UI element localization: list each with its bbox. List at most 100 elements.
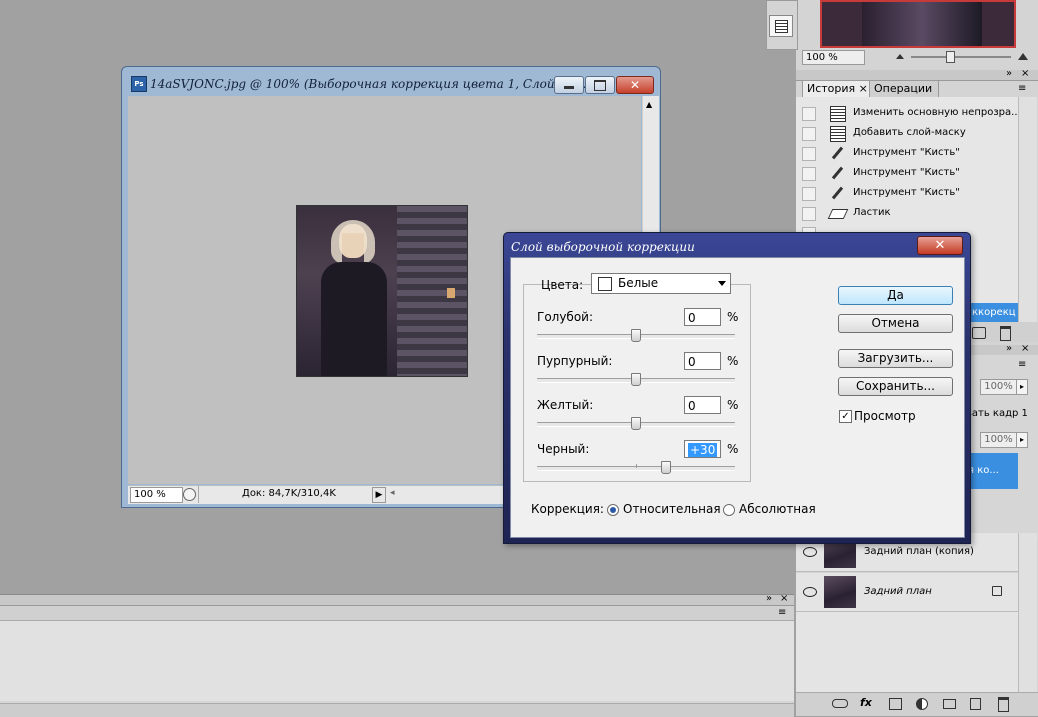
selected-layer-label: я ко... [968,465,999,476]
trash-icon[interactable] [998,697,1009,712]
yellow-slider-thumb[interactable] [631,417,641,430]
layers-scrollbar[interactable] [1018,533,1037,693]
history-item-label: Добавить слой-маску [853,127,966,138]
snapshot-checkbox[interactable] [802,127,816,141]
selected-layer-row[interactable]: я ко... [966,453,1018,489]
history-item-label: Ластик [853,207,891,218]
zoom-field[interactable]: 100 % [130,487,183,503]
camera-icon[interactable] [972,327,986,339]
status-menu-icon[interactable] [183,488,196,501]
adjustment-icon[interactable] [916,698,928,710]
folder-icon[interactable] [943,699,956,709]
eye-icon[interactable] [803,547,817,557]
layer-thumbnail [824,576,856,608]
document-image[interactable] [296,205,468,377]
collapse-icon[interactable]: » [1006,68,1012,79]
history-scrollbar[interactable] [1018,97,1037,341]
document-title: 14aSVJONC.jpg @ 100% (Выборочная коррекц… [150,77,594,91]
panel-menu-icon[interactable]: ≡ [1018,359,1026,370]
cyan-input[interactable]: 0 [684,308,721,326]
zoom-out-icon[interactable] [896,52,906,60]
list-item[interactable]: Инструмент "Кисть" [796,183,1018,204]
opacity-arrow-icon[interactable]: ▸ [1016,379,1028,395]
yellow-input[interactable]: 0 [684,396,721,414]
black-slider-thumb[interactable] [660,461,671,474]
panel-menu-icon[interactable]: ≡ [778,607,786,618]
scroll-up-icon[interactable]: ▲ [646,100,652,109]
link-icon[interactable] [832,699,848,708]
zoom-in-icon[interactable] [1018,52,1028,60]
maximize-button[interactable] [585,76,615,94]
percent-label: % [727,354,739,368]
tab-actions[interactable]: Операции [869,80,939,98]
snapshot-checkbox[interactable] [802,167,816,181]
chevron-down-icon [718,281,726,286]
list-item[interactable]: Ластик [796,203,1018,224]
cyan-slider-thumb[interactable] [631,329,641,342]
magenta-input[interactable]: 0 [684,352,721,370]
fx-icon[interactable]: fx [860,696,872,709]
collapse-icon[interactable]: » [766,593,772,604]
nav-zoom-field[interactable]: 100 % [802,50,865,65]
navigator-preview[interactable] [820,0,1016,48]
mask-icon[interactable] [889,698,902,710]
colors-dropdown[interactable]: Белые [591,273,731,294]
cancel-button[interactable]: Отмена [838,314,953,333]
eye-icon[interactable] [803,587,817,597]
panel-menu-icon[interactable]: ≡ [1018,83,1026,94]
document-icon[interactable] [769,15,793,37]
tab-history[interactable]: История × [802,80,874,97]
nav-zoom-thumb[interactable] [946,51,955,63]
close-tab-icon[interactable]: × [859,82,868,95]
list-item[interactable]: Добавить слой-маску [796,123,1018,144]
black-input-value: +30 [688,443,718,457]
fill-arrow-icon[interactable]: ▸ [1016,432,1028,448]
scroll-left-icon[interactable]: ◂ [390,488,395,498]
fill-field[interactable]: 100% [980,432,1017,448]
new-layer-icon[interactable] [970,698,981,710]
yellow-label: Желтый: [537,398,594,412]
close-icon[interactable]: × [1021,343,1029,354]
status-arrow-icon[interactable]: ▶ [372,487,386,503]
list-item[interactable]: Изменить основную непрозра... [796,103,1018,124]
list-item[interactable]: Инструмент "Кисть" [796,163,1018,184]
tab-history-label: История [807,82,856,95]
center-tick [636,464,637,468]
snapshot-checkbox[interactable] [802,207,816,221]
relative-label: Относительная [623,502,721,516]
snapshot-checkbox[interactable] [802,147,816,161]
magenta-slider-thumb[interactable] [631,373,641,386]
selective-color-dialog[interactable]: Слой выборочной коррекции ✕ Цвета: Белые… [503,232,971,544]
nav-zoom-slider[interactable] [911,56,1011,58]
layers-footer: fx [796,692,1038,716]
save-button[interactable]: Сохранить... [838,377,953,396]
opacity-field[interactable]: 100% [980,379,1017,395]
dialog-close-button[interactable]: ✕ [917,236,963,255]
relative-radio[interactable] [607,504,619,516]
snapshot-checkbox[interactable] [802,187,816,201]
brush-icon [831,146,844,160]
eraser-icon [827,209,849,219]
layer-row[interactable]: Задний план [796,573,1018,612]
black-label: Черный: [537,442,590,456]
preview-checkbox[interactable]: ✓ [839,410,852,423]
trash-icon[interactable] [1000,326,1011,341]
collapse-icon[interactable]: » [1006,343,1012,354]
bottom-panel-body [0,621,794,701]
load-button[interactable]: Загрузить... [838,349,953,368]
photoshop-icon: Ps [131,76,147,92]
close-icon[interactable]: × [780,593,788,604]
absolute-radio[interactable] [723,504,735,516]
list-item[interactable]: Инструмент "Кисть" [796,143,1018,164]
selected-history-label: ккорекц [972,307,1016,318]
minimize-button[interactable] [554,76,584,94]
bottom-panel-header: » × [0,593,794,606]
percent-label: % [727,310,739,324]
ok-button[interactable]: Да [838,286,953,305]
snapshot-checkbox[interactable] [802,107,816,121]
black-input[interactable]: +30 [684,440,721,458]
close-button[interactable]: ✕ [616,76,654,94]
close-icon[interactable]: × [1021,68,1029,79]
layer-name: Задний план [864,586,932,597]
absolute-label: Абсолютная [739,502,816,516]
